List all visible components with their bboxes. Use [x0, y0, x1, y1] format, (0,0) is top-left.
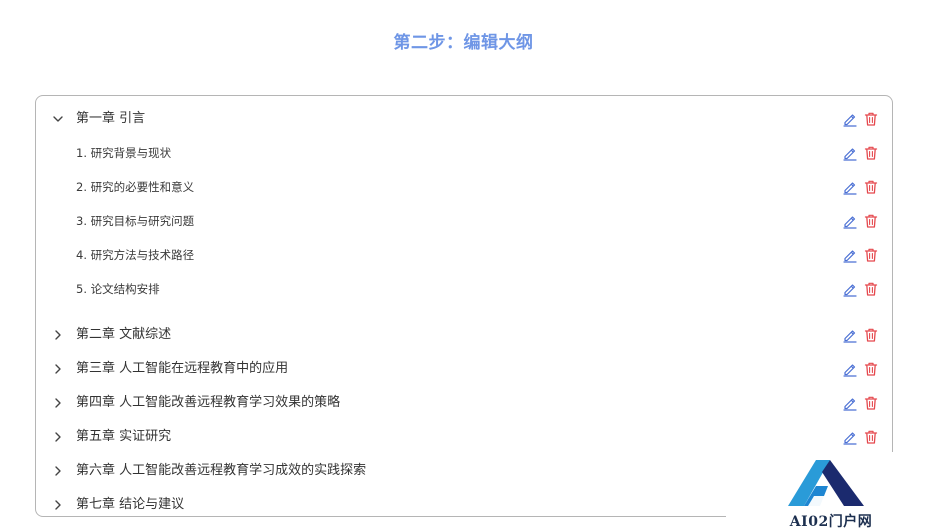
chapter-actions — [842, 395, 880, 411]
chevron-right-icon[interactable] — [51, 362, 65, 376]
delete-button[interactable] — [863, 247, 879, 263]
delete-button[interactable] — [863, 395, 879, 411]
edit-button[interactable] — [842, 327, 858, 343]
chevron-right-icon[interactable] — [51, 328, 65, 342]
section-title: 5. 论文结构安排 — [76, 282, 160, 296]
trash-icon — [864, 430, 878, 444]
pencil-icon — [843, 250, 857, 263]
edit-button[interactable] — [842, 281, 858, 297]
trash-icon — [864, 146, 878, 160]
pencil-icon — [843, 284, 857, 297]
chapter-row[interactable]: 第五章 实证研究 — [36, 422, 892, 452]
trash-icon — [864, 180, 878, 194]
pencil-icon — [843, 182, 857, 195]
edit-button[interactable] — [842, 395, 858, 411]
edit-button[interactable] — [842, 361, 858, 377]
chapter-row[interactable]: 第二章 文献综述 — [36, 320, 892, 350]
chevron-right-icon[interactable] — [51, 464, 65, 478]
chapter-actions — [842, 361, 880, 377]
section-title: 1. 研究背景与现状 — [76, 146, 172, 160]
chapter-title: 第三章 人工智能在远程教育中的应用 — [76, 361, 289, 376]
pencil-icon — [843, 114, 857, 127]
delete-button[interactable] — [863, 361, 879, 377]
section-title: 4. 研究方法与技术路径 — [76, 248, 195, 262]
section-row[interactable]: 1. 研究背景与现状 — [36, 138, 892, 168]
section-actions — [842, 213, 880, 229]
section-actions — [842, 145, 880, 161]
chapter-row[interactable]: 第一章 引言 — [36, 104, 892, 134]
trash-icon — [864, 396, 878, 410]
edit-button[interactable] — [842, 213, 858, 229]
chapter-row[interactable]: 第三章 人工智能在远程教育中的应用 — [36, 354, 892, 384]
delete-button[interactable] — [863, 327, 879, 343]
trash-icon — [864, 328, 878, 342]
section-actions — [842, 281, 880, 297]
trash-icon — [864, 214, 878, 228]
pencil-icon — [843, 398, 857, 411]
chapter-actions — [842, 429, 880, 445]
edit-button[interactable] — [842, 247, 858, 263]
chapter-title: 第四章 人工智能改善远程教育学习效果的策略 — [76, 395, 341, 410]
chapter-actions — [842, 327, 880, 343]
chevron-down-icon[interactable] — [51, 112, 65, 126]
section-row[interactable]: 2. 研究的必要性和意义 — [36, 172, 892, 202]
trash-icon — [864, 112, 878, 126]
section-row[interactable]: 4. 研究方法与技术路径 — [36, 240, 892, 270]
section-row[interactable]: 5. 论文结构安排 — [36, 274, 892, 304]
section-row[interactable]: 3. 研究目标与研究问题 — [36, 206, 892, 236]
watermark-text: AI02门户网 — [789, 514, 873, 530]
edit-button[interactable] — [842, 429, 858, 445]
watermark-logo — [788, 460, 864, 506]
pencil-icon — [843, 364, 857, 377]
watermark: AI02门户网 — [726, 452, 927, 530]
edit-button[interactable] — [842, 111, 858, 127]
delete-button[interactable] — [863, 213, 879, 229]
trash-icon — [864, 282, 878, 296]
edit-button[interactable] — [842, 145, 858, 161]
pencil-icon — [843, 148, 857, 161]
section-title: 2. 研究的必要性和意义 — [76, 180, 195, 194]
chapter-actions — [842, 111, 880, 127]
trash-icon — [864, 248, 878, 262]
chapter-title: 第六章 人工智能改善远程教育学习成效的实践探索 — [76, 463, 367, 478]
section-title: 3. 研究目标与研究问题 — [76, 214, 195, 228]
chapter-title: 第七章 结论与建议 — [76, 497, 185, 512]
chapter-title: 第五章 实证研究 — [76, 429, 172, 444]
section-actions — [842, 179, 880, 195]
section-actions — [842, 247, 880, 263]
delete-button[interactable] — [863, 179, 879, 195]
trash-icon — [864, 362, 878, 376]
edit-button[interactable] — [842, 179, 858, 195]
pencil-icon — [843, 216, 857, 229]
chevron-right-icon[interactable] — [51, 396, 65, 410]
delete-button[interactable] — [863, 429, 879, 445]
chapter-title: 第一章 引言 — [76, 111, 146, 126]
chevron-right-icon[interactable] — [51, 430, 65, 444]
chapter-row[interactable]: 第四章 人工智能改善远程教育学习效果的策略 — [36, 388, 892, 418]
pencil-icon — [843, 330, 857, 343]
pencil-icon — [843, 432, 857, 445]
chapter-title: 第二章 文献综述 — [76, 327, 172, 342]
delete-button[interactable] — [863, 111, 879, 127]
chevron-right-icon[interactable] — [51, 498, 65, 512]
delete-button[interactable] — [863, 145, 879, 161]
page-title: 第二步：编辑大纲 — [393, 33, 534, 53]
delete-button[interactable] — [863, 281, 879, 297]
